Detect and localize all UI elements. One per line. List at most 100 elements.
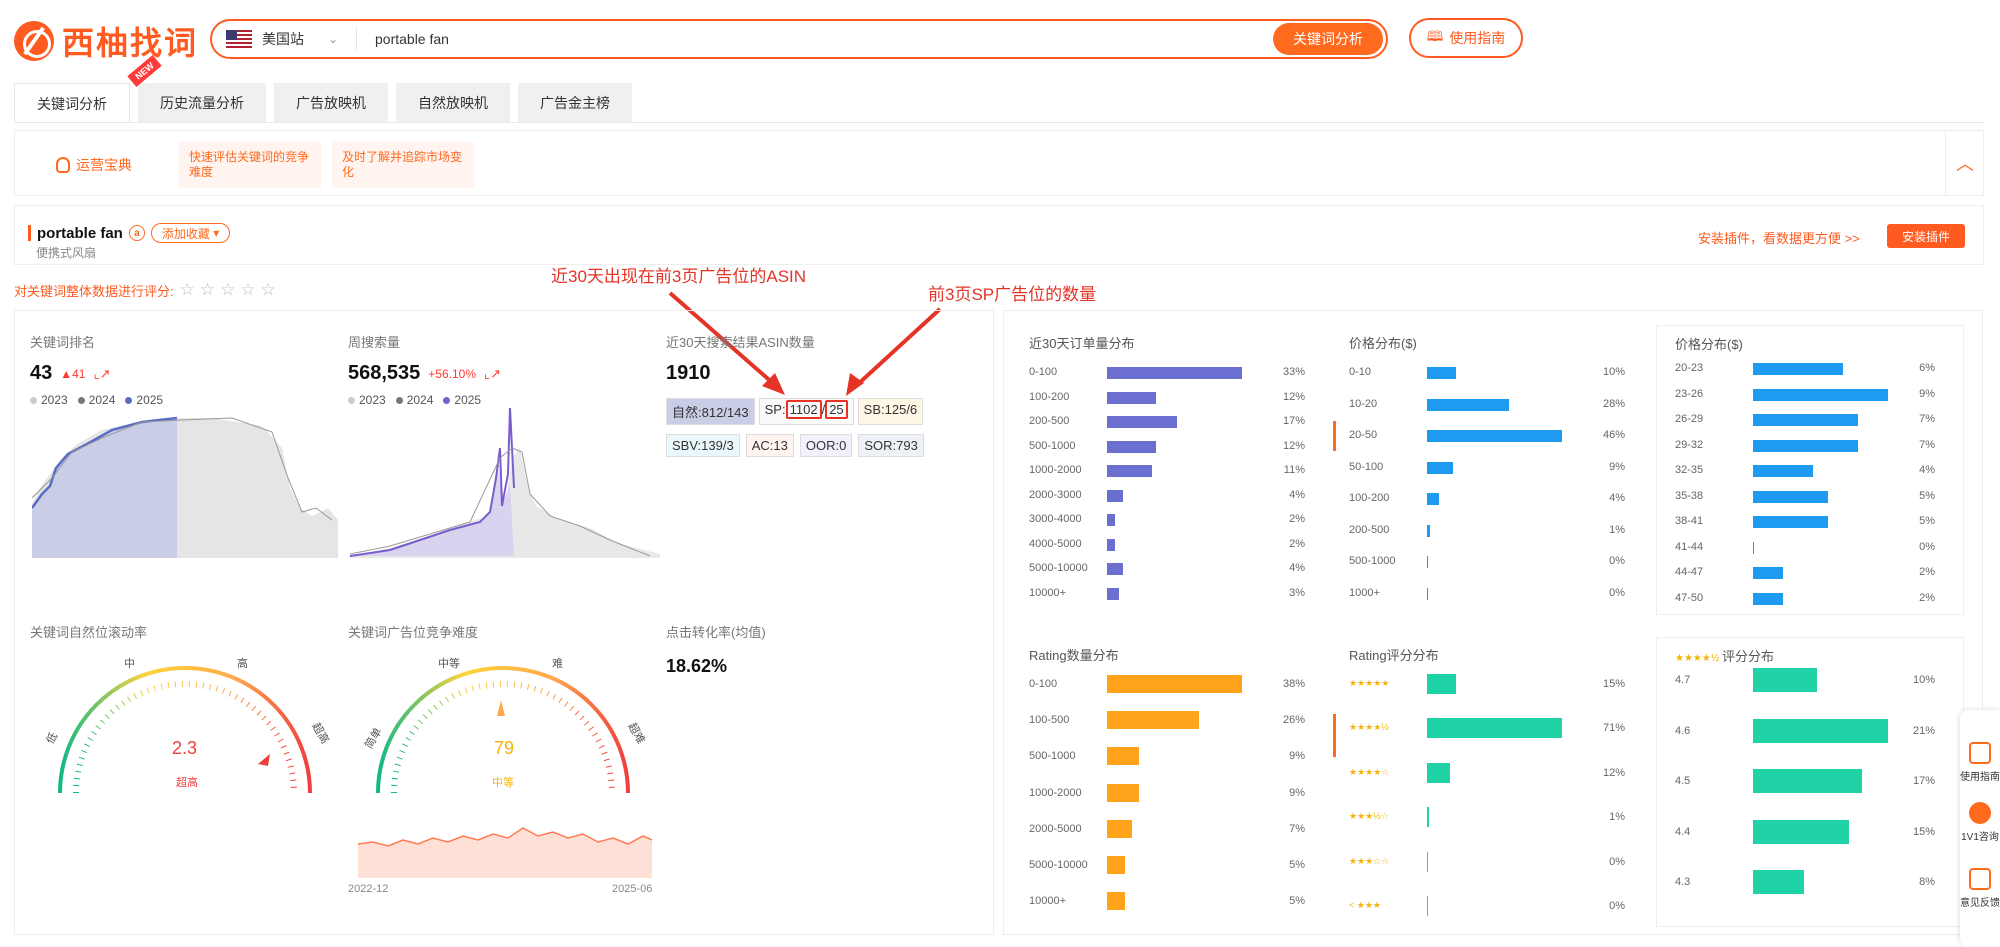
side-feedback[interactable]: 意见反馈 (1960, 868, 2000, 909)
row-percent: 9% (1609, 460, 1625, 473)
distribution-row[interactable]: 0-100 33% (1029, 364, 1305, 382)
distribution-row[interactable]: 38-41 5% (1675, 513, 1935, 531)
tag-sb[interactable]: SB:125/6 (857, 398, 924, 425)
distribution-row[interactable]: 100-200 12% (1029, 389, 1305, 407)
distribution-row[interactable]: ★★★★½ 71% (1349, 718, 1625, 739)
ad-difficulty-title: 关键词广告位竞争难度 (348, 625, 479, 640)
distribution-row[interactable]: 10000+ 3% (1029, 585, 1305, 603)
site-select[interactable]: 美国站 ⌄ (212, 29, 352, 49)
distribution-row[interactable]: 200-500 17% (1029, 413, 1305, 431)
distribution-row[interactable]: 32-35 4% (1675, 462, 1935, 480)
legend-2024[interactable]: 2024 (77, 393, 115, 407)
search-input[interactable]: portable fan (357, 31, 1273, 47)
ops-label[interactable]: 运营宝典 (56, 155, 132, 175)
distribution-row[interactable]: 4000-5000 2% (1029, 536, 1305, 554)
row-percent: 0% (1609, 555, 1625, 567)
add-favorite-button[interactable]: 添加收藏 ▾ (150, 223, 231, 243)
distribution-row[interactable]: ★★★★★ 15% (1349, 674, 1625, 694)
star-rating-input[interactable]: ☆☆☆☆☆ (180, 280, 281, 300)
legend-2024[interactable]: 2024 (395, 393, 433, 407)
distribution-row[interactable]: 0-10 10% (1349, 364, 1625, 382)
distribution-row[interactable]: 23-26 9% (1675, 386, 1935, 404)
tag-sor[interactable]: SOR:793 (858, 434, 924, 457)
favorite-label: 添加收藏 (161, 226, 210, 241)
guide-button[interactable]: 🕮 使用指南 (1409, 18, 1523, 58)
distribution-row[interactable]: 2000-5000 7% (1029, 819, 1305, 839)
distribution-row[interactable]: 500-1000 9% (1029, 747, 1305, 766)
distribution-row[interactable]: 500-1000 0% (1349, 553, 1625, 571)
tab-history-traffic[interactable]: 历史流量分析 (138, 83, 266, 123)
distribution-row[interactable]: 50-100 9% (1349, 459, 1625, 477)
distribution-row[interactable]: 47-50 2% (1675, 590, 1935, 608)
legend-2023[interactable]: 2023 (348, 393, 386, 407)
distribution-row[interactable]: 44-47 2% (1675, 564, 1935, 582)
distribution-row[interactable]: 29-32 7% (1675, 437, 1935, 455)
tab-keyword-analysis[interactable]: 关键词分析 (14, 83, 130, 123)
row-label: ★★★★☆ (1349, 766, 1390, 777)
collapse-icon[interactable]: ︿ (1945, 130, 1984, 196)
ops-tip[interactable]: 快速评估关键词的竞争难度 (179, 142, 321, 188)
amazon-icon[interactable]: a (128, 225, 145, 241)
distribution-row[interactable]: 1000-2000 9% (1029, 783, 1305, 803)
distribution-row[interactable]: 3000-4000 2% (1029, 511, 1305, 529)
distribution-row[interactable]: 20-50 46% (1349, 427, 1625, 445)
analyze-button[interactable]: 关键词分析 (1273, 23, 1383, 55)
ops-tip[interactable]: 及时了解并追踪市场变化 (332, 142, 474, 188)
legend-2023[interactable]: 2023 (30, 393, 68, 407)
distribution-row[interactable]: 100-500 26% (1029, 711, 1305, 730)
row-bar (1427, 587, 1428, 600)
trend-icon[interactable]: ⌞↗ (93, 366, 110, 382)
distribution-row[interactable]: 10000+ 5% (1029, 892, 1305, 911)
distribution-row[interactable]: 2000-3000 4% (1029, 487, 1305, 505)
side-consult[interactable]: 1V1咨询 (1960, 802, 2000, 843)
distribution-row[interactable]: ★★★★☆ 12% (1349, 762, 1625, 783)
distribution-row[interactable]: 5000-10000 4% (1029, 560, 1305, 578)
price1-distribution: 价格分布($) 0-10 10% 10-20 28% 20-50 46% 50-100 9% 10… (1333, 330, 1637, 620)
distribution-row[interactable]: ★★★☆☆ 0% (1349, 851, 1625, 872)
tab-ad-player[interactable]: 广告放映机 (274, 83, 388, 123)
distribution-row[interactable]: ★★★½☆ 1% (1349, 807, 1625, 828)
tab-natural-player[interactable]: 自然放映机 (396, 83, 510, 123)
ratingcnt-distribution: Rating数量分布 0-100 38% 100-500 26% 500-1000 9% 10… (1027, 642, 1317, 932)
us-flag-icon (226, 30, 252, 48)
legend-2025[interactable]: 2025 (125, 393, 163, 407)
install-plugin-button[interactable]: 安装插件 (1887, 224, 1965, 248)
distribution-row[interactable]: 0-100 38% (1029, 675, 1305, 694)
tag-sp[interactable]: SP: 1102/25 (758, 398, 854, 425)
trend-icon[interactable]: ⌞↗ (484, 366, 501, 382)
score-title: ★★★★½ 评分分布 (1675, 649, 1774, 664)
tag-oor[interactable]: OOR:0 (799, 434, 853, 457)
tag-sbv[interactable]: SBV:139/3 (666, 434, 740, 457)
plugin-link[interactable]: 安装插件，看数据更方便 >> (1698, 228, 1860, 247)
distribution-row[interactable]: < ★★★ 0% (1349, 896, 1625, 916)
distribution-row[interactable]: 4.6 21% (1675, 718, 1935, 743)
row-bar (1753, 414, 1858, 426)
tag-ac[interactable]: AC:13 (745, 434, 794, 457)
tab-ad-sponsors[interactable]: 广告金主榜 (518, 83, 632, 123)
row-bar (1427, 851, 1428, 872)
legend-2025[interactable]: 2025 (443, 393, 481, 407)
distribution-row[interactable]: 4.4 15% (1675, 819, 1935, 844)
gauge-label: 难 (552, 658, 563, 670)
distribution-row[interactable]: 20-23 6% (1675, 360, 1935, 378)
distribution-row[interactable]: 1000-2000 11% (1029, 462, 1305, 480)
logo[interactable]: 西柚找词 (14, 18, 198, 64)
distribution-row[interactable]: 5000-10000 5% (1029, 856, 1305, 875)
row-bar (1427, 461, 1454, 474)
distribution-row[interactable]: 200-500 1% (1349, 522, 1625, 540)
row-label: 500-1000 (1029, 750, 1076, 763)
distribution-row[interactable]: 500-1000 12% (1029, 438, 1305, 456)
distribution-row[interactable]: 4.3 8% (1675, 870, 1935, 894)
distribution-row[interactable]: 1000+ 0% (1349, 585, 1625, 603)
tag-natural[interactable]: 自然:812/143 (666, 398, 755, 425)
distribution-row[interactable]: 4.5 17% (1675, 769, 1935, 793)
distribution-row[interactable]: 10-20 28% (1349, 396, 1625, 414)
distribution-row[interactable]: 4.7 10% (1675, 668, 1935, 692)
distribution-row[interactable]: 35-38 5% (1675, 488, 1935, 506)
distribution-row[interactable]: 26-29 7% (1675, 411, 1935, 429)
distribution-row[interactable]: 41-44 0% (1675, 539, 1935, 557)
side-guide[interactable]: 使用指南 (1960, 742, 2000, 783)
distribution-row[interactable]: 100-200 4% (1349, 490, 1625, 508)
row-label: 38-41 (1675, 515, 1704, 527)
row-percent: 2% (1289, 537, 1305, 550)
